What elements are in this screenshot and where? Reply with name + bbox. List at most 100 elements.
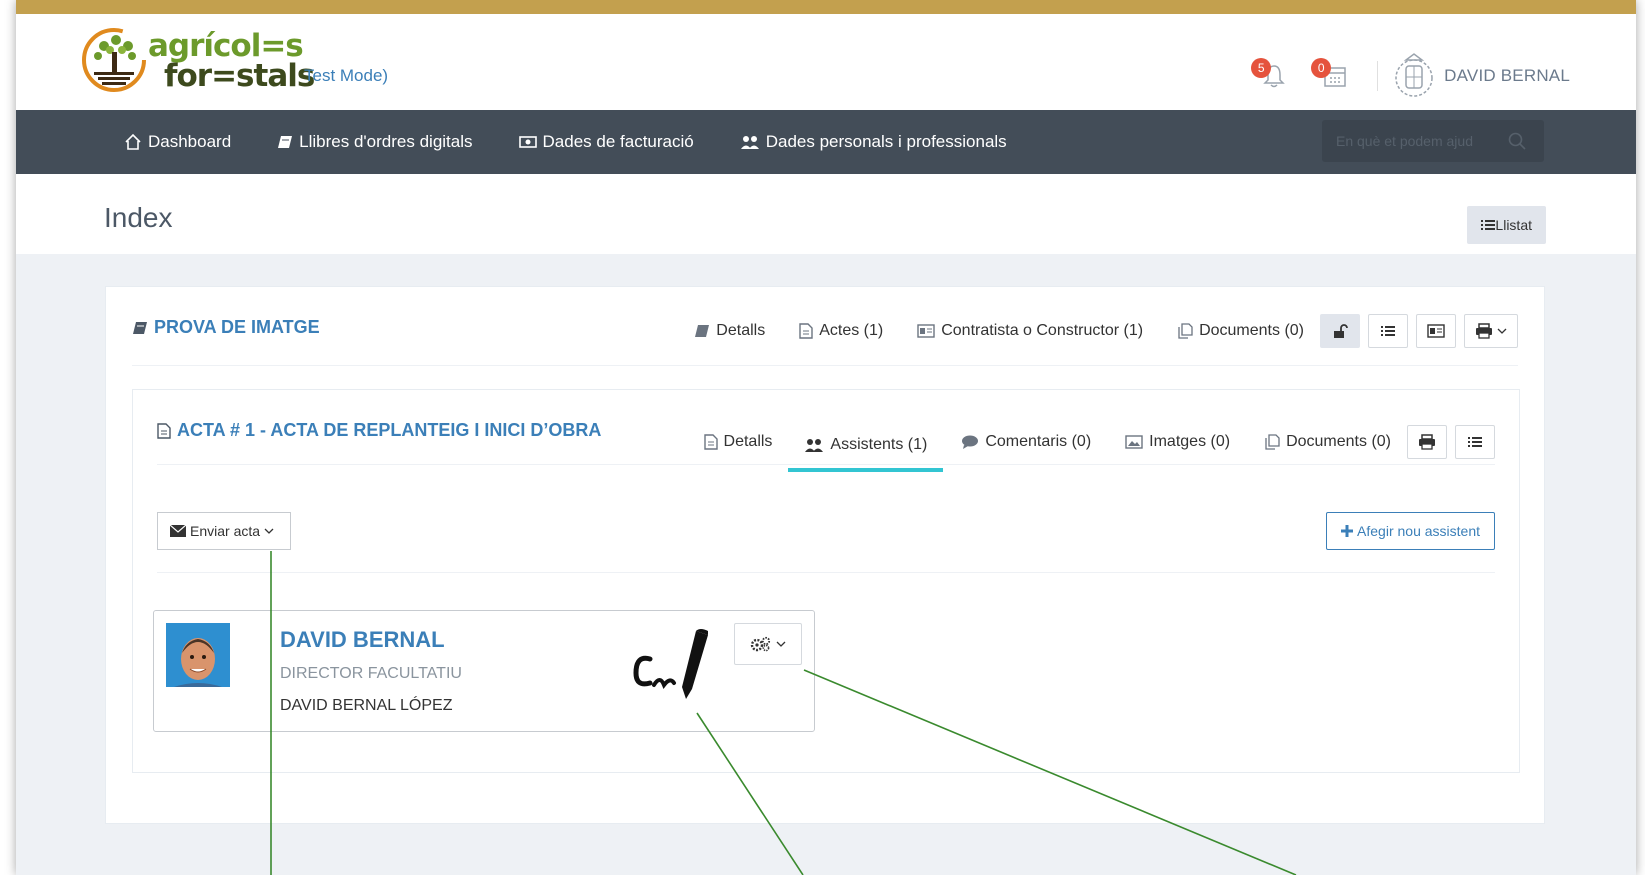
chevron-down-icon — [1497, 328, 1507, 334]
tab-label: Contratista o Constructor (1) — [941, 322, 1144, 339]
assistant-role: DIRECTOR FACULTATIU — [280, 665, 462, 682]
tab-label: Imatges (0) — [1149, 433, 1231, 450]
envelope-icon — [170, 525, 186, 537]
tab-acta-documents[interactable]: Documents (0) — [1264, 422, 1391, 462]
divider — [157, 572, 1495, 573]
list-view-button[interactable]: Llistat — [1467, 206, 1546, 244]
users-icon — [805, 439, 824, 452]
book-icon — [133, 321, 147, 334]
add-assistant-button[interactable]: Afegir nou assistent — [1326, 512, 1495, 550]
print-icon — [1476, 323, 1492, 339]
tab-book-actes[interactable]: Actes (1) — [799, 311, 883, 351]
book-card: PROVA DE IMATGE Detalls Actes (1) Contra… — [105, 286, 1545, 824]
signature-pen-icon[interactable] — [630, 625, 714, 705]
assistant-options-dropdown[interactable] — [734, 623, 802, 665]
divider — [132, 365, 1518, 366]
header-divider — [1377, 61, 1379, 91]
acta-print-button[interactable] — [1407, 425, 1447, 459]
file-icon — [157, 422, 171, 439]
user-menu-name[interactable]: DAVID BERNAL — [1444, 66, 1570, 86]
chevron-down-icon — [776, 641, 786, 647]
book-card-button[interactable] — [1416, 314, 1456, 348]
image-icon — [1125, 435, 1143, 449]
page-title: Index — [104, 202, 173, 233]
tab-acta-comentaris[interactable]: Comentaris (0) — [961, 422, 1091, 462]
main-navbar: Dashboard Llibres d'ordres digitals Dade… — [16, 110, 1636, 174]
list-icon — [1468, 437, 1482, 447]
search-box — [1322, 120, 1544, 162]
unlock-button[interactable] — [1320, 314, 1360, 348]
book-list-button[interactable] — [1368, 314, 1408, 348]
tab-acta-detalls[interactable]: Detalls — [703, 422, 773, 462]
send-acta-label: Enviar acta — [190, 523, 261, 539]
files-icon — [1265, 434, 1280, 450]
book-print-dropdown[interactable] — [1464, 314, 1518, 348]
tab-label: Documents (0) — [1199, 322, 1304, 339]
nav-dades-personals-label: Dades personals i professionals — [765, 132, 1007, 151]
acta-card: ACTA # 1 - ACTA DE REPLANTEIG I INICI D’… — [132, 389, 1520, 773]
assistant-card: DAVID BERNAL DIRECTOR FACULTATIU DAVID B… — [153, 610, 815, 732]
divider — [157, 464, 1495, 465]
search-icon[interactable] — [1508, 132, 1526, 150]
list-view-button-label: Llistat — [1495, 217, 1532, 233]
file-icon — [703, 434, 718, 450]
book-tabs: Detalls Actes (1) Contratista o Construc… — [660, 311, 1518, 351]
nav-dades-personals[interactable]: Dades personals i professionals — [740, 132, 1007, 152]
book-title[interactable]: PROVA DE IMATGE — [132, 317, 320, 338]
home-icon — [125, 133, 141, 150]
app-window: agrícol=s for=stals Test Mode) 5 0 DAVID… — [16, 0, 1636, 875]
send-acta-dropdown[interactable]: Enviar acta — [157, 512, 292, 550]
nav-dashboard[interactable]: Dashboard — [124, 132, 231, 152]
assistant-full-name: DAVID BERNAL LÓPEZ — [280, 697, 453, 714]
acta-title[interactable]: ACTA # 1 - ACTA DE REPLANTEIG I INICI D’… — [157, 420, 601, 441]
tab-label: Detalls — [716, 322, 766, 339]
money-icon — [518, 136, 537, 148]
acta-title-text: ACTA # 1 - ACTA DE REPLANTEIG I INICI D’… — [177, 420, 602, 440]
users-icon — [740, 136, 759, 149]
logo-text-line1: agrícol=s — [148, 28, 304, 64]
tab-book-documents[interactable]: Documents (0) — [1177, 311, 1304, 351]
tab-label: Documents (0) — [1286, 433, 1391, 450]
notifications-calendar[interactable]: 0 — [1311, 58, 1351, 94]
logo[interactable]: agrícol=s for=stals — [82, 28, 315, 94]
avatar — [166, 623, 230, 687]
notifications-bell[interactable]: 5 — [1251, 58, 1291, 94]
book-icon — [695, 325, 710, 337]
unlock-icon — [1334, 324, 1348, 338]
nav-llibres[interactable]: Llibres d'ordres digitals — [277, 132, 473, 152]
acta-list-button[interactable] — [1455, 425, 1495, 459]
print-icon — [1419, 434, 1435, 450]
tree-logo-icon — [82, 28, 146, 92]
coat-of-arms-icon[interactable] — [1392, 52, 1436, 100]
tab-book-contratista[interactable]: Contratista o Constructor (1) — [917, 311, 1143, 351]
test-mode-label: Test Mode) — [304, 66, 389, 85]
tab-label: Actes (1) — [819, 322, 884, 339]
tab-book-detalls[interactable]: Detalls — [694, 311, 765, 351]
logo-text-line2: for=stals — [164, 58, 315, 94]
search-input[interactable] — [1336, 133, 1508, 149]
tab-label: Comentaris (0) — [985, 433, 1092, 450]
comment-icon — [962, 435, 979, 449]
file-icon — [799, 323, 813, 339]
chevron-down-icon — [264, 528, 274, 534]
book-title-text: PROVA DE IMATGE — [154, 317, 320, 337]
tab-label: Assistents (1) — [830, 436, 928, 453]
list-icon — [1481, 220, 1496, 230]
id-card-icon — [1427, 324, 1445, 338]
list-icon — [1381, 326, 1395, 336]
nav-facturacio[interactable]: Dades de facturació — [518, 132, 694, 152]
tab-acta-imatges[interactable]: Imatges (0) — [1125, 422, 1230, 462]
book-icon — [278, 136, 293, 148]
gears-icon — [750, 636, 771, 652]
id-card-icon — [917, 324, 935, 338]
plus-icon — [1341, 525, 1354, 537]
files-icon — [1178, 323, 1193, 339]
tab-label: Detalls — [723, 433, 773, 450]
header: agrícol=s for=stals Test Mode) 5 0 DAVID… — [16, 14, 1636, 110]
nav-dashboard-label: Dashboard — [148, 132, 232, 151]
nav-facturacio-label: Dades de facturació — [542, 132, 694, 151]
assistant-name[interactable]: DAVID BERNAL — [280, 627, 445, 653]
acta-tabs: Detalls Assistents (1) Comentaris (0) Im… — [670, 412, 1495, 472]
top-accent-bar — [16, 0, 1636, 14]
add-assistant-label: Afegir nou assistent — [1357, 523, 1480, 539]
